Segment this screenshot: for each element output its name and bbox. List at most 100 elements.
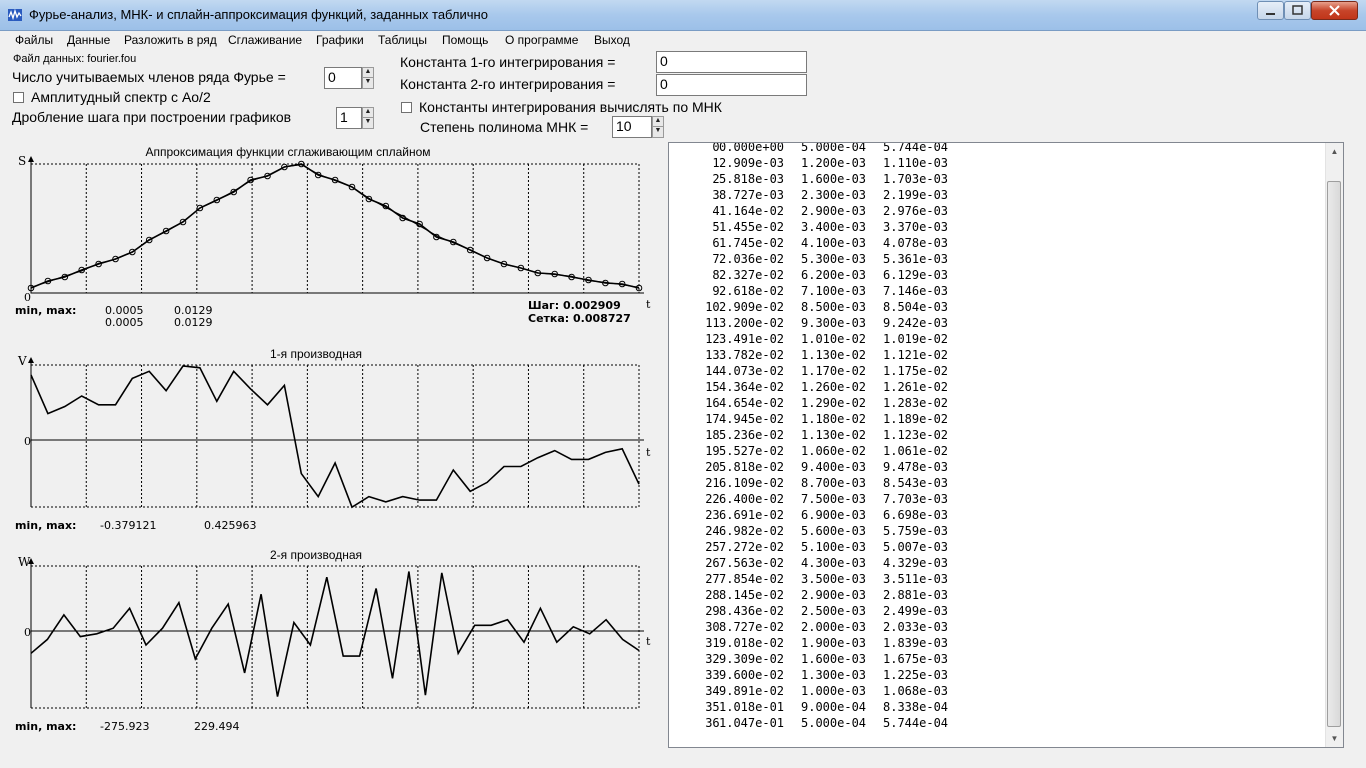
fourier-terms-input[interactable]: 0 xyxy=(324,67,362,89)
table-cell: 1.123e-02 xyxy=(883,428,949,442)
spin-down-icon[interactable]: ▼ xyxy=(653,127,663,137)
spline-plot xyxy=(27,156,644,294)
window-title: Фурье-анализ, МНК- и сплайн-аппроксимаци… xyxy=(29,7,488,22)
spin-up-icon[interactable]: ▲ xyxy=(363,108,373,118)
minimize-icon xyxy=(1266,13,1275,15)
const1-label: Константа 1-го интегрирования = xyxy=(400,54,616,70)
minimize-button[interactable] xyxy=(1257,1,1284,20)
menu-graphs[interactable]: Графики xyxy=(316,33,364,47)
spin-up-icon[interactable]: ▲ xyxy=(363,68,373,78)
vertical-scrollbar[interactable]: ▲ ▼ xyxy=(1325,143,1343,747)
d2-zero-label: 0 xyxy=(24,626,31,639)
const1-input[interactable]: 0 xyxy=(656,51,807,73)
menu-smoothing[interactable]: Сглаживание xyxy=(228,33,302,47)
table-cell: 1.000e-03 xyxy=(801,684,867,698)
table-cell: 9.000e-04 xyxy=(801,700,867,714)
menu-about[interactable]: О программе xyxy=(505,33,578,47)
table-cell: 2.900e-03 xyxy=(801,588,867,602)
scroll-up-icon[interactable]: ▲ xyxy=(1326,143,1343,160)
table-cell: 20 xyxy=(705,460,720,474)
table-cell: 32 xyxy=(705,652,720,666)
chart-frame xyxy=(30,565,640,709)
step-division-input[interactable]: 1 xyxy=(336,107,362,129)
table-cell: 2.033e-03 xyxy=(883,620,949,634)
d1-chart-title: 1-я производная xyxy=(270,347,362,361)
spline-grid-label: Сетка: 0.008727 xyxy=(528,312,631,325)
poly-degree-input[interactable]: 10 xyxy=(612,116,652,138)
table-cell: 4.654e-02 xyxy=(719,396,785,410)
table-cell: 1.010e-02 xyxy=(801,332,867,346)
table-cell: 8.504e-03 xyxy=(883,300,949,314)
menu-tables[interactable]: Таблицы xyxy=(378,33,427,47)
spin-down-icon[interactable]: ▼ xyxy=(363,78,373,88)
menu-files[interactable]: Файлы xyxy=(15,33,53,47)
d2-plot xyxy=(28,558,644,709)
scroll-down-icon[interactable]: ▼ xyxy=(1326,730,1343,747)
spin-down-icon[interactable]: ▼ xyxy=(363,118,373,128)
table-cell: 16 xyxy=(705,396,720,410)
results-table[interactable]: 0 0.000e+00 5.000e-04 5.744e-04 1 2.909e-03 1.… xyxy=(668,142,1344,748)
chart-frame xyxy=(30,364,640,508)
table-cell: 34 xyxy=(705,684,720,698)
table-cell: 5.007e-03 xyxy=(883,540,949,554)
table-cell: 17 xyxy=(705,412,720,426)
table-cell: 4.073e-02 xyxy=(719,364,785,378)
menu-help[interactable]: Помощь xyxy=(442,33,488,47)
scroll-thumb[interactable] xyxy=(1327,181,1341,727)
table-cell: 2.881e-03 xyxy=(883,588,949,602)
table-cell: 2.036e-02 xyxy=(719,252,785,266)
table-cell: 31 xyxy=(705,636,720,650)
table-cell: 5.744e-04 xyxy=(883,716,949,730)
table-cell: 3.511e-03 xyxy=(883,572,949,586)
d2-max: 229.494 xyxy=(194,720,240,733)
spline-min-2: 0.0005 xyxy=(105,316,144,329)
table-cell: 1.130e-02 xyxy=(801,348,867,362)
table-cell: 9.891e-02 xyxy=(719,684,785,698)
table-cell: 7.854e-02 xyxy=(719,572,785,586)
table-cell: 5.236e-02 xyxy=(719,428,785,442)
table-cell: 4.945e-02 xyxy=(719,412,785,426)
table-cell: 7.100e-03 xyxy=(801,284,867,298)
amplitude-label: Амплитудный спектр с Ao/2 xyxy=(31,89,211,105)
table-cell: 7.563e-02 xyxy=(719,556,785,570)
table-cell: 4.100e-03 xyxy=(801,236,867,250)
spline-zero-label: 0 xyxy=(24,291,31,304)
menu-exit[interactable]: Выход xyxy=(594,33,630,47)
table-cell: 19 xyxy=(705,444,720,458)
menu-expand-series[interactable]: Разложить в ряд xyxy=(124,33,217,47)
table-cell: 1.175e-02 xyxy=(883,364,949,378)
table-cell: 6.691e-02 xyxy=(719,508,785,522)
close-button[interactable] xyxy=(1311,1,1358,20)
table-cell: 1.675e-03 xyxy=(883,652,949,666)
table-cell: 1.180e-02 xyxy=(801,412,867,426)
step-division-spinner[interactable]: ▲ ▼ xyxy=(362,107,374,129)
poly-degree-spinner[interactable]: ▲ ▼ xyxy=(652,116,664,138)
maximize-button[interactable] xyxy=(1284,1,1311,20)
spin-up-icon[interactable]: ▲ xyxy=(653,117,663,127)
table-cell: 2.976e-03 xyxy=(883,204,949,218)
const2-input[interactable]: 0 xyxy=(656,74,807,96)
menu-data[interactable]: Данные xyxy=(67,33,110,47)
table-cell: 5.300e-03 xyxy=(801,252,867,266)
table-cell: 2.300e-03 xyxy=(801,188,867,202)
table-cell: 1.703e-03 xyxy=(883,172,949,186)
table-cell: 3.782e-02 xyxy=(719,348,785,362)
table-cell: 1.121e-02 xyxy=(883,348,949,362)
table-cell: 1.745e-02 xyxy=(719,236,785,250)
mnk-constants-checkbox[interactable] xyxy=(401,102,412,113)
table-cell: 24 xyxy=(705,524,720,538)
fourier-terms-spinner[interactable]: ▲ ▼ xyxy=(362,67,374,89)
amplitude-checkbox[interactable] xyxy=(13,92,24,103)
table-cell: 7.500e-03 xyxy=(801,492,867,506)
table-cell: 22 xyxy=(705,492,720,506)
table-cell: 1.455e-02 xyxy=(719,220,785,234)
title-bar: Фурье-анализ, МНК- и сплайн-аппроксимаци… xyxy=(0,0,1366,31)
table-cell: 6.400e-02 xyxy=(719,492,785,506)
table-cell: 2.618e-02 xyxy=(719,284,785,298)
table-cell: 1.060e-02 xyxy=(801,444,867,458)
table-cell: 8.500e-03 xyxy=(801,300,867,314)
table-cell: 27 xyxy=(705,572,720,586)
d1-zero-label: 0 xyxy=(24,435,31,448)
table-cell: 18 xyxy=(705,428,720,442)
table-cell: 1.261e-02 xyxy=(883,380,949,394)
